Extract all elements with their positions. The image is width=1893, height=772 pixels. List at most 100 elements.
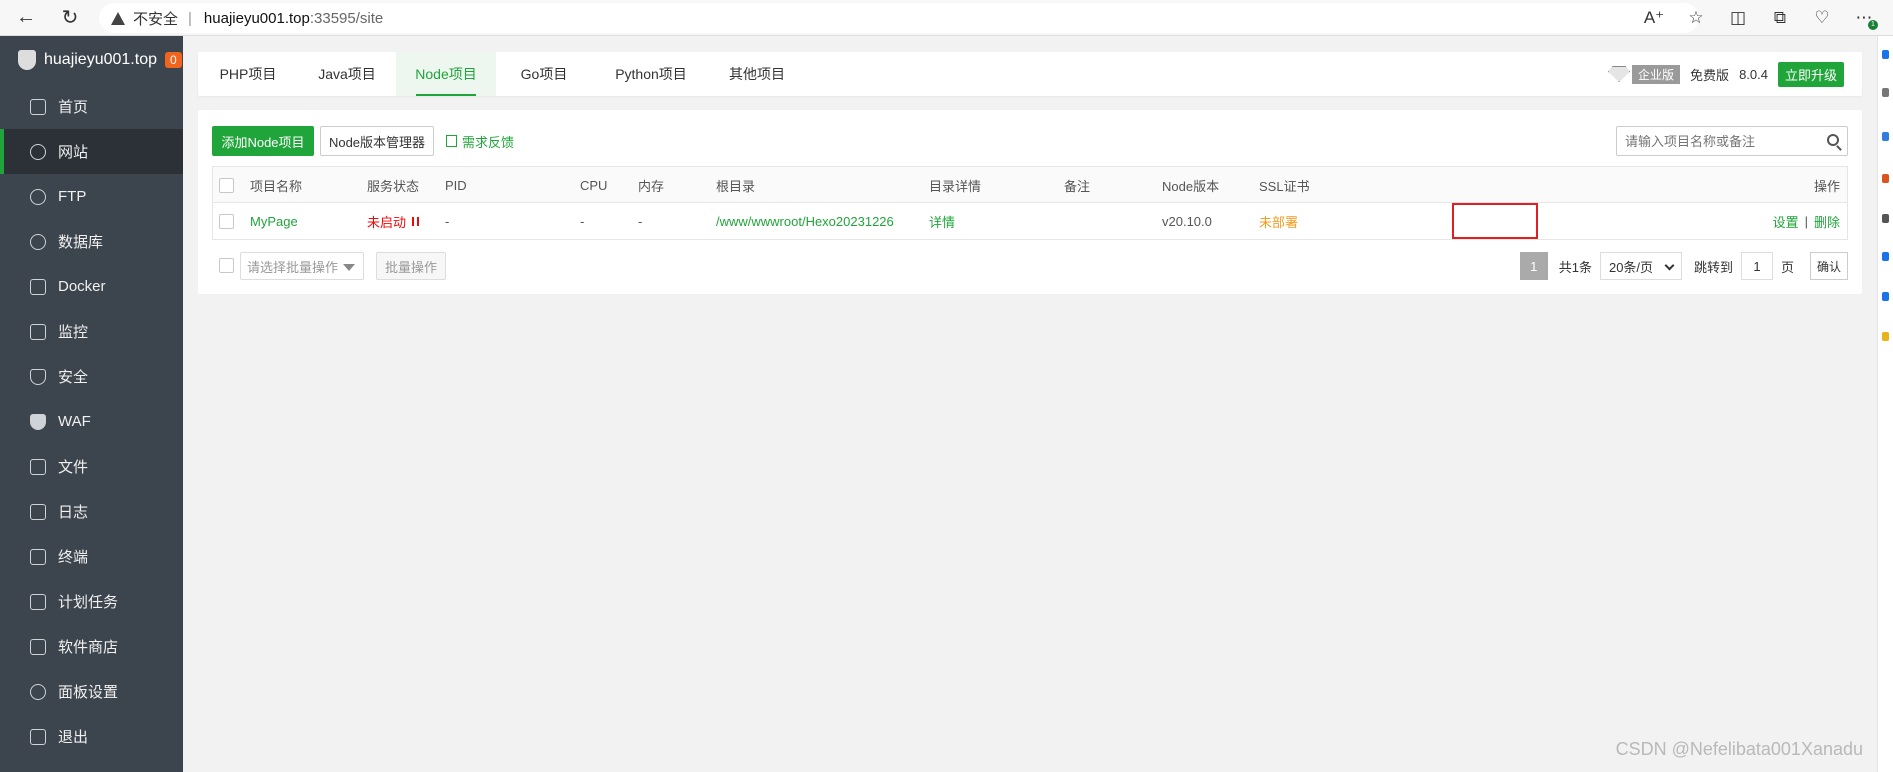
sidebar-item-waf[interactable]: WAF (0, 399, 183, 444)
node-version-manager-button[interactable]: Node版本管理器 (320, 126, 434, 156)
sidebar-item-home[interactable]: 首页 (0, 84, 183, 129)
settings-link[interactable]: 设置 (1773, 212, 1799, 231)
address-bar[interactable]: 不安全 | huajieyu001.top :33595/site (99, 3, 1699, 33)
database-icon (30, 233, 46, 250)
page-size-select[interactable]: 20条/页 (1599, 252, 1682, 280)
sidebar-item-monitor[interactable]: 监控 (0, 309, 183, 354)
tab-other[interactable]: 其他项目 (710, 52, 804, 96)
search-icon[interactable] (1827, 134, 1839, 146)
health-icon[interactable]: ♡ (1811, 7, 1833, 29)
shield-icon (30, 368, 46, 385)
sidebar-item-label: 退出 (58, 729, 89, 746)
checkbox[interactable] (219, 177, 234, 193)
dir-detail-link[interactable]: 详情 (929, 203, 955, 239)
folder-icon (30, 458, 46, 475)
feedback-link[interactable]: 需求反馈 (446, 126, 514, 156)
brand[interactable]: huajieyu001.top 0 (0, 36, 183, 84)
header-pid: PID (445, 177, 467, 193)
app-icon[interactable] (1882, 50, 1889, 59)
total-count: 共1条 (1558, 259, 1592, 275)
home-icon (30, 98, 46, 115)
search-input[interactable] (1617, 127, 1813, 155)
brand-name: huajieyu001.top (44, 51, 157, 68)
delete-link[interactable]: 删除 (1814, 212, 1840, 231)
header-ssl: SSL证书 (1259, 178, 1310, 194)
favorite-icon[interactable]: ☆ (1685, 7, 1707, 29)
sidebar-item-logout[interactable]: 退出 (0, 714, 183, 759)
tab-python[interactable]: Python项目 (592, 52, 710, 96)
row-checkbox[interactable] (219, 203, 234, 239)
sidebar-item-store[interactable]: 软件商店 (0, 624, 183, 669)
jump-confirm-button[interactable]: 确认 (1810, 252, 1848, 280)
service-status[interactable]: 未启动 (367, 203, 420, 239)
tab-go[interactable]: Go项目 (496, 52, 592, 96)
refresh-icon[interactable]: ↻ (52, 0, 88, 36)
tab-java[interactable]: Java项目 (298, 52, 396, 96)
more-icon[interactable]: ⋯ 1 (1853, 7, 1878, 30)
sidebar-item-cron[interactable]: 计划任务 (0, 579, 183, 624)
split-icon[interactable]: ◫ (1727, 7, 1749, 29)
version-info: 企业版 免费版 8.0.4 立即升级 (1608, 52, 1844, 96)
url-path: :33595/site (309, 9, 384, 27)
sidebar-item-logs[interactable]: 日志 (0, 489, 183, 534)
search-app-icon[interactable] (1882, 88, 1889, 97)
sidebar-item-settings[interactable]: 面板设置 (0, 669, 183, 714)
read-aloud-icon[interactable]: A⁺ (1643, 7, 1665, 29)
header-root: 根目录 (716, 178, 756, 194)
sidebar-item-terminal[interactable]: 终端 (0, 534, 183, 579)
version-number[interactable]: 8.0.4 (1739, 67, 1768, 82)
batch-select[interactable]: 请选择批量操作 (240, 252, 364, 280)
header-cpu: CPU (580, 177, 608, 193)
ssl-highlight-box (1452, 203, 1538, 239)
app-icon[interactable] (1882, 292, 1889, 301)
add-node-project-button[interactable]: 添加Node项目 (212, 126, 314, 156)
upgrade-button[interactable]: 立即升级 (1777, 61, 1844, 87)
ssl-status-link[interactable]: 未部署 (1259, 203, 1298, 239)
header-note: 备注 (1064, 178, 1091, 194)
app-icon[interactable] (1882, 332, 1889, 341)
project-name-link[interactable]: MyPage (250, 203, 298, 239)
select-all-checkbox[interactable] (219, 167, 234, 203)
docker-icon (30, 278, 46, 295)
app-icon[interactable] (1882, 132, 1889, 141)
enterprise-badge[interactable]: 企业版 (1632, 64, 1681, 84)
sidebar-item-label: 计划任务 (58, 594, 119, 611)
jump-page-input[interactable]: 1 (1740, 252, 1773, 280)
root-dir-link[interactable]: /www/wwwroot/Hexo20231226 (716, 203, 894, 239)
sidebar-item-label: 日志 (58, 504, 89, 521)
back-icon[interactable]: ← (8, 0, 44, 36)
tab-node[interactable]: Node项目 (396, 52, 496, 96)
header-memory: 内存 (638, 178, 665, 194)
feedback-label: 需求反馈 (462, 134, 515, 150)
node-version-value: v20.10.0 (1162, 213, 1212, 229)
sidebar: huajieyu001.top 0 首页 网站 FTP 数据库 Docker 监… (0, 36, 183, 772)
sidebar-item-website[interactable]: 网站 (0, 129, 183, 174)
collections-icon[interactable]: ⧉ (1769, 7, 1791, 29)
tab-php[interactable]: PHP项目 (198, 52, 298, 96)
table-row: MyPage 未启动 - - - /www/wwwroot/Hexo202312… (213, 203, 1847, 239)
chevron-down-icon (1664, 260, 1675, 271)
sidebar-item-docker[interactable]: Docker (0, 264, 183, 309)
sidebar-item-ftp[interactable]: FTP (0, 174, 183, 219)
batch-operate-button[interactable]: 批量操作 (376, 252, 446, 280)
header-status: 服务状态 (367, 178, 420, 194)
header-node-version: Node版本 (1162, 178, 1220, 194)
app-icon[interactable] (1882, 174, 1889, 183)
pagination: 1 共1条 20条/页 跳转到 1 页 确认 (1519, 252, 1848, 280)
checkbox[interactable] (219, 213, 234, 229)
browser-sidebar-edge (1877, 36, 1893, 772)
app-icon[interactable] (1882, 252, 1889, 261)
address-separator: | (188, 9, 192, 27)
sidebar-item-files[interactable]: 文件 (0, 444, 183, 489)
app-icon[interactable] (1882, 214, 1889, 223)
page-unit-label: 页 (1780, 259, 1794, 275)
gear-icon (30, 683, 46, 700)
header-dir-detail: 目录详情 (929, 178, 982, 194)
actions-separator: | (1804, 213, 1808, 229)
sidebar-item-security[interactable]: 安全 (0, 354, 183, 399)
footer-select-checkbox[interactable] (219, 258, 234, 273)
sidebar-item-database[interactable]: 数据库 (0, 219, 183, 264)
message-badge[interactable]: 0 (164, 52, 182, 68)
sidebar-item-label: 软件商店 (58, 639, 119, 656)
page-current[interactable]: 1 (1519, 252, 1548, 280)
